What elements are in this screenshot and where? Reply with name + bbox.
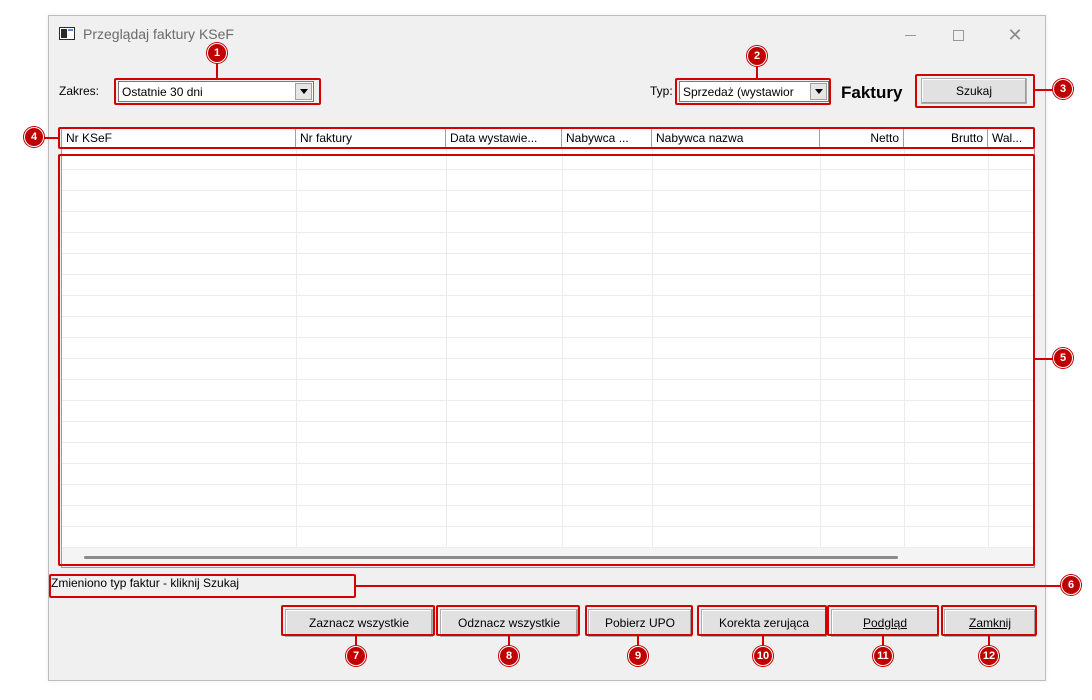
annotation-badge-11: 11 (873, 646, 893, 666)
annotation-line-10 (762, 636, 764, 646)
app-icon (59, 27, 75, 40)
chevron-down-icon[interactable] (295, 83, 312, 100)
grid-row-line (62, 358, 1034, 359)
annotation-line-1 (216, 62, 218, 78)
grid-row-line (62, 316, 1034, 317)
grid-row-line (62, 463, 1034, 464)
typ-select[interactable]: Sprzedaż (wystawior (679, 81, 829, 102)
annotation-line-5 (1035, 358, 1053, 360)
grid-divider (446, 148, 447, 548)
invoice-grid[interactable]: Nr KSeF Nr faktury Data wystawie... Naby… (61, 128, 1035, 568)
column-waluta[interactable]: Wal... (988, 129, 1034, 148)
search-button[interactable]: Szukaj (921, 78, 1027, 104)
annotation-badge-12: 12 (979, 646, 999, 666)
grid-row-line (62, 505, 1034, 506)
annotation-badge-1: 1 (207, 43, 227, 63)
grid-divider (904, 148, 905, 548)
zakres-value: Ostatnie 30 dni (122, 85, 203, 99)
annotation-badge-3: 3 (1053, 79, 1073, 99)
annotation-line-4 (44, 137, 58, 139)
grid-divider (652, 148, 653, 548)
column-nabywca-nazwa[interactable]: Nabywca nazwa (652, 129, 820, 148)
close-button[interactable]: Zamknij (944, 609, 1036, 637)
close-icon: ✕ (1007, 25, 1023, 45)
grid-divider (820, 148, 821, 548)
scrollbar-thumb[interactable] (84, 556, 898, 559)
annotation-badge-10: 10 (753, 646, 773, 666)
grid-divider (562, 148, 563, 548)
column-data-wystawienia[interactable]: Data wystawie... (446, 129, 562, 148)
annotation-badge-9: 9 (628, 646, 648, 666)
grid-row-line (62, 379, 1034, 380)
annotation-badge-8: 8 (499, 646, 519, 666)
grid-row-line (62, 211, 1034, 212)
annotation-line-7 (355, 636, 357, 646)
column-brutto[interactable]: Brutto (904, 129, 988, 148)
minimize-button[interactable] (893, 22, 927, 48)
grid-body[interactable] (62, 148, 1034, 548)
grid-row-line (62, 526, 1034, 527)
annotation-badge-2: 2 (747, 46, 767, 66)
grid-header: Nr KSeF Nr faktury Data wystawie... Naby… (62, 129, 1034, 148)
annotation-line-8 (508, 636, 510, 646)
zakres-label: Zakres: (59, 84, 100, 98)
column-nr-faktury[interactable]: Nr faktury (296, 129, 446, 148)
chevron-down-icon[interactable] (810, 83, 827, 100)
annotation-line-6 (356, 585, 1061, 587)
window-title: Przeglądaj faktury KSeF (83, 26, 234, 42)
faktury-heading: Faktury (841, 83, 903, 102)
annotation-badge-5: 5 (1053, 348, 1073, 368)
grid-divider (988, 148, 989, 548)
horizontal-scrollbar[interactable] (62, 548, 1034, 567)
title-bar: Przeglądaj faktury KSeF ✕ (49, 16, 1045, 54)
grid-row-line (62, 169, 1034, 170)
column-netto[interactable]: Netto (820, 129, 904, 148)
maximize-button[interactable] (941, 22, 975, 48)
get-upo-button[interactable]: Pobierz UPO (588, 609, 692, 637)
column-nabywca-nip[interactable]: Nabywca ... (562, 129, 652, 148)
annotation-badge-7: 7 (346, 646, 366, 666)
annotation-badge-4: 4 (24, 127, 44, 147)
typ-label: Typ: (650, 84, 673, 98)
grid-row-line (62, 190, 1034, 191)
zero-correction-button[interactable]: Korekta zerująca (701, 609, 827, 637)
grid-row-line (62, 421, 1034, 422)
annotation-line-11 (882, 636, 884, 646)
column-nr-ksef[interactable]: Nr KSeF (62, 129, 296, 148)
select-all-button[interactable]: Zaznacz wszystkie (285, 609, 433, 637)
typ-value: Sprzedaż (wystawior (683, 85, 794, 99)
grid-row-line (62, 442, 1034, 443)
zakres-select[interactable]: Ostatnie 30 dni (118, 81, 314, 102)
grid-divider (296, 148, 297, 548)
maximize-icon (952, 29, 964, 41)
grid-row-line (62, 400, 1034, 401)
grid-row-line (62, 295, 1034, 296)
annotation-line-2 (756, 66, 758, 78)
grid-row-line (62, 232, 1034, 233)
close-window-button[interactable]: ✕ (998, 22, 1032, 48)
grid-row-line (62, 253, 1034, 254)
minimize-icon (904, 34, 916, 36)
annotation-badge-6: 6 (1061, 575, 1081, 595)
status-text: Zmieniono typ faktur - kliknij Szukaj (51, 576, 240, 590)
grid-row-line (62, 484, 1034, 485)
annotation-line-3 (1035, 89, 1053, 91)
deselect-all-button[interactable]: Odznacz wszystkie (440, 609, 578, 637)
ksef-invoice-window: Przeglądaj faktury KSeF ✕ Zakres: Ostatn… (48, 15, 1046, 681)
grid-row-line (62, 274, 1034, 275)
grid-row-line (62, 337, 1034, 338)
annotation-line-12 (988, 636, 990, 646)
annotation-line-9 (637, 636, 639, 646)
preview-button[interactable]: Podgląd (831, 609, 939, 637)
